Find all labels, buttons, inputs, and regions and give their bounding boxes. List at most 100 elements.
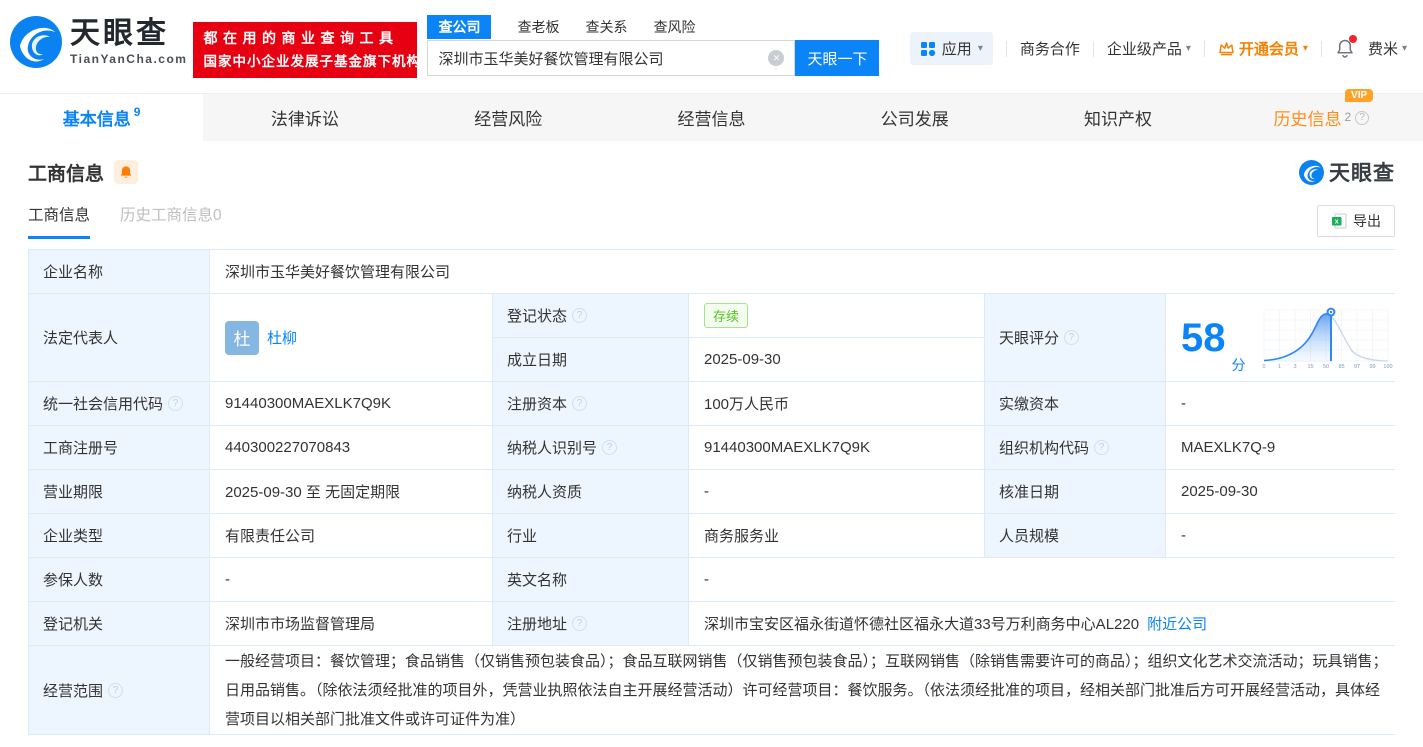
- company-name-label: 企业名称: [29, 250, 209, 293]
- apps-menu[interactable]: 应用 ▾: [909, 32, 993, 65]
- search-tab-relation[interactable]: 查关系: [585, 17, 627, 37]
- business-cooperation-link[interactable]: 商务合作: [1020, 38, 1080, 59]
- monitor-bell-button[interactable]: [114, 160, 139, 184]
- tab-operation-risk[interactable]: 经营风险: [407, 94, 610, 141]
- notifications-button[interactable]: [1335, 35, 1357, 59]
- watermark-brand: 天眼查: [1329, 162, 1395, 185]
- tianyancha-eye-icon: [10, 16, 62, 68]
- search-input[interactable]: [438, 49, 769, 67]
- industry-label: 行业: [493, 514, 688, 557]
- tab-basic-info[interactable]: 基本信息 9: [0, 94, 204, 141]
- help-icon[interactable]: ?: [572, 308, 588, 323]
- help-icon[interactable]: ?: [602, 440, 618, 455]
- divider: [1092, 40, 1094, 57]
- nearby-companies-link[interactable]: 附近公司: [1147, 613, 1207, 634]
- svg-text:15: 15: [1307, 364, 1313, 370]
- tab-history-inner: VIP 历史信息 2 ?: [1273, 89, 1374, 130]
- notification-dot: [1348, 35, 1357, 43]
- apps-grid-icon: [920, 41, 935, 56]
- score-label: 天眼评分 ?: [985, 294, 1165, 381]
- slogan-banner: 都在用的商业查询工具 国家中小企业发展子基金旗下机构: [193, 22, 421, 78]
- logo-domain: TianYanCha.com: [70, 52, 188, 66]
- tianyancha-logo[interactable]: 天眼查 TianYanCha.com: [10, 16, 187, 68]
- tab-intellectual-property[interactable]: 知识产权: [1016, 94, 1219, 141]
- search-tabs: 查公司 查老板 查关系 查风险: [427, 14, 879, 40]
- company-type-label: 企业类型: [29, 514, 209, 557]
- reg-status-label: 登记状态 ?: [493, 294, 688, 337]
- reg-authority-value: 深圳市市场监督管理局: [210, 602, 492, 645]
- org-code-value: MAEXLK7Q-9: [1166, 426, 1408, 469]
- org-code-label-text: 组织机构代码: [999, 440, 1090, 457]
- help-icon[interactable]: ?: [572, 616, 588, 631]
- chevron-down-icon: ▾: [1302, 43, 1308, 54]
- divider: [1203, 40, 1205, 57]
- reg-authority-label: 登记机关: [29, 602, 209, 645]
- reg-address-value: 深圳市宝安区福永街道怀德社区福永大道33号万利商务中心AL220 附近公司: [689, 602, 1408, 645]
- help-icon[interactable]: ?: [1355, 110, 1370, 125]
- search-tab-boss[interactable]: 查老板: [517, 17, 559, 37]
- subtab-history-label: 历史工商信息: [120, 207, 214, 224]
- subtabs: 工商信息 历史工商信息0: [28, 203, 222, 239]
- taxpayer-id-value: 91440300MAEXLK7Q9K: [689, 426, 984, 469]
- taxpayer-id-label: 纳税人识别号 ?: [493, 426, 688, 469]
- help-icon[interactable]: ?: [168, 396, 184, 411]
- svg-text:1: 1: [1277, 364, 1280, 370]
- reg-status-label-text: 登记状态: [507, 308, 568, 325]
- export-button[interactable]: x 导出: [1317, 205, 1395, 237]
- user-menu[interactable]: 费米 ▾: [1368, 38, 1407, 59]
- search-button[interactable]: 天眼一下: [795, 40, 880, 76]
- top-bar: 天眼查 TianYanCha.com 都在用的商业查询工具 国家中小企业发展子基…: [0, 0, 1423, 93]
- tab-history-info[interactable]: VIP 历史信息 2 ?: [1220, 89, 1423, 141]
- score-label-text: 天眼评分: [999, 330, 1060, 347]
- approval-date-label: 核准日期: [985, 470, 1165, 513]
- legal-rep-link[interactable]: 杜柳: [267, 327, 297, 348]
- company-nav-tabs: 基本信息 9 法律诉讼 经营风险 经营信息 公司发展 知识产权 VIP 历史信息…: [0, 89, 1423, 141]
- divider: [1320, 40, 1322, 57]
- reg-number-label: 工商注册号: [29, 426, 209, 469]
- open-vip-menu[interactable]: 开通会员 ▾: [1218, 38, 1308, 59]
- subtab-business-info[interactable]: 工商信息: [28, 203, 91, 239]
- export-label: 导出: [1353, 213, 1381, 229]
- business-term-value: 2025-09-30 至 无固定期限: [210, 470, 492, 513]
- help-icon[interactable]: ?: [108, 682, 124, 698]
- reg-status-value: 存续: [689, 294, 984, 337]
- search-tab-company[interactable]: 查公司: [427, 15, 492, 39]
- reg-address-text: 深圳市宝安区福永街道怀德社区福永大道33号万利商务中心AL220: [704, 616, 1140, 633]
- section-header: 工商信息 天眼查: [0, 157, 1423, 187]
- crown-icon: [1219, 42, 1234, 56]
- monitor-bell-icon: [120, 165, 132, 178]
- chevron-down-icon: ▾: [977, 43, 983, 54]
- help-icon[interactable]: ?: [1094, 440, 1110, 455]
- business-scope-label: 经营范围 ?: [29, 646, 209, 734]
- svg-text:50: 50: [1322, 364, 1328, 370]
- tab-legal-litigation[interactable]: 法律诉讼: [203, 94, 406, 141]
- tab-company-development[interactable]: 公司发展: [813, 94, 1016, 141]
- open-vip-label: 开通会员: [1238, 41, 1299, 58]
- tab-company-development-label: 公司发展: [880, 110, 949, 129]
- section-title: 工商信息: [28, 163, 105, 185]
- slogan-line2: 国家中小企业发展子基金旗下机构: [203, 54, 421, 69]
- logo-text: 天眼查 TianYanCha.com: [70, 18, 188, 67]
- svg-text:0: 0: [1262, 364, 1265, 370]
- tab-operation-info[interactable]: 经营信息: [610, 94, 813, 141]
- clear-search-icon[interactable]: ✕: [768, 50, 785, 66]
- tab-history-count: 2: [1344, 109, 1352, 124]
- business-term-label: 营业期限: [29, 470, 209, 513]
- approval-date-value: 2025-09-30: [1166, 470, 1408, 513]
- header-menu: 应用 ▾ 商务合作 企业级产品 ▾ 开通会员 ▾ 费米 ▾: [909, 32, 1407, 65]
- help-icon[interactable]: ?: [1064, 330, 1080, 345]
- search-tab-risk[interactable]: 查风险: [653, 17, 695, 37]
- tab-operation-risk-label: 经营风险: [474, 110, 543, 129]
- subtab-history-business-info[interactable]: 历史工商信息0: [120, 203, 222, 239]
- help-icon[interactable]: ?: [572, 396, 588, 411]
- enterprise-products-menu[interactable]: 企业级产品 ▾: [1107, 38, 1191, 59]
- tab-legal-litigation-label: 法律诉讼: [270, 110, 339, 129]
- paid-capital-value: -: [1166, 382, 1408, 425]
- legal-rep-avatar[interactable]: 杜: [225, 320, 259, 355]
- svg-text:3: 3: [1293, 364, 1296, 370]
- legal-rep-value: 杜 杜柳: [210, 294, 492, 381]
- svg-text:100: 100: [1383, 364, 1392, 370]
- company-name-value: 深圳市玉华美好餐饮管理有限公司: [210, 250, 1408, 293]
- enterprise-products-label: 企业级产品: [1106, 41, 1182, 58]
- reg-capital-value: 100万人民币: [689, 382, 984, 425]
